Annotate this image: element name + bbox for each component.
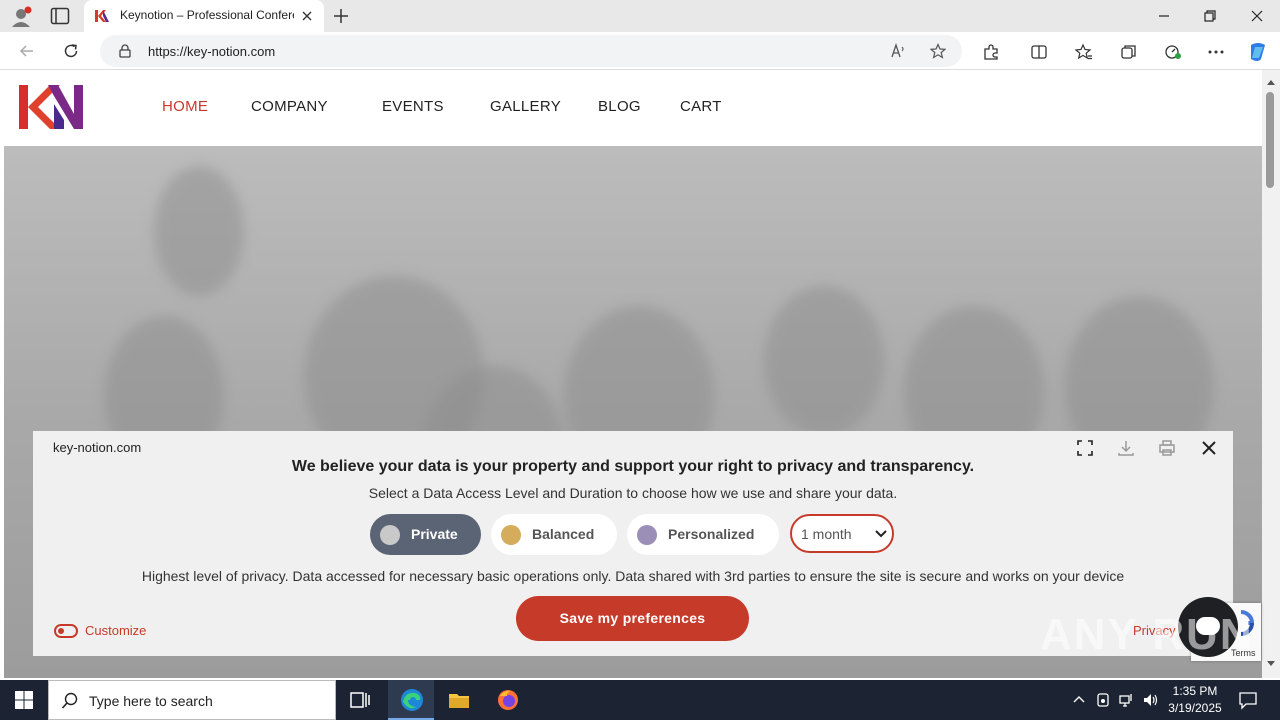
restore-icon[interactable] — [1202, 8, 1218, 24]
scrollbar-thumb[interactable] — [1266, 92, 1274, 188]
tab-title: Keynotion – Professional Confere — [120, 8, 294, 22]
collections-icon[interactable] — [1120, 43, 1138, 61]
volume-icon[interactable] — [1142, 692, 1158, 708]
refresh-icon[interactable] — [62, 42, 80, 60]
clock-time: 1:35 PM — [1172, 684, 1218, 698]
extensions-icon[interactable] — [982, 43, 1000, 61]
lock-icon[interactable] — [118, 44, 132, 58]
site-favicon-icon — [95, 10, 109, 22]
nav-events[interactable]: EVENTS — [382, 98, 444, 115]
windows-taskbar: Type here to search 1:35 PM 3/19/2025 — [0, 680, 1280, 720]
level-personalized-dot — [637, 525, 657, 545]
level-private-label: Private — [411, 526, 458, 542]
favorites-icon[interactable] — [1075, 43, 1093, 61]
search-icon — [61, 692, 78, 709]
tray-app-icon[interactable] — [1095, 692, 1111, 708]
edge-browser-icon[interactable] — [399, 687, 425, 713]
tab-actions-icon[interactable] — [50, 7, 70, 25]
browser-tab-active[interactable]: Keynotion – Professional Confere — [84, 0, 324, 32]
nav-blog[interactable]: BLOG — [598, 98, 641, 115]
notification-icon[interactable] — [1238, 690, 1258, 710]
nav-home[interactable]: HOME — [162, 98, 208, 115]
taskbar-search-box[interactable]: Type here to search — [48, 680, 336, 720]
performance-icon[interactable] — [1164, 43, 1182, 61]
browser-tab-bar: Keynotion – Professional Confere — [0, 0, 1280, 32]
site-header: HOME COMPANY EVENTS GALLERY BLOG CART — [4, 70, 1262, 146]
chevron-down-icon — [875, 530, 887, 538]
network-icon[interactable] — [1118, 692, 1134, 708]
level-balanced-dot — [501, 525, 521, 545]
profile-icon[interactable] — [10, 6, 32, 28]
read-aloud-icon[interactable] — [890, 43, 906, 59]
url-bar[interactable]: https://key-notion.com — [100, 35, 962, 67]
favorite-star-icon[interactable] — [930, 43, 946, 59]
url-text[interactable]: https://key-notion.com — [148, 44, 275, 59]
level-balanced-label: Balanced — [532, 526, 595, 542]
level-description: Highest level of privacy. Data accessed … — [141, 568, 1125, 584]
download-icon[interactable] — [1116, 438, 1136, 458]
duration-select[interactable]: 1 month — [790, 514, 894, 553]
back-icon[interactable] — [18, 42, 36, 60]
minimize-icon[interactable] — [1156, 8, 1172, 24]
copilot-icon[interactable] — [1247, 41, 1269, 63]
scroll-down-icon[interactable] — [1266, 660, 1276, 668]
toggle-switch[interactable] — [54, 624, 78, 638]
print-icon[interactable] — [1157, 438, 1177, 458]
scroll-up-icon[interactable] — [1266, 78, 1276, 86]
windows-start-icon[interactable] — [14, 690, 34, 710]
task-view-icon[interactable] — [348, 688, 372, 712]
keynotion-logo[interactable] — [18, 84, 84, 130]
search-placeholder: Type here to search — [89, 693, 213, 709]
consent-subheading: Select a Data Access Level and Duration … — [368, 485, 898, 501]
tray-chevron-up-icon[interactable] — [1071, 692, 1087, 708]
taskbar-clock[interactable]: 1:35 PM 3/19/2025 — [1160, 683, 1230, 717]
anyrun-watermark: ANY RUN — [1040, 610, 1254, 659]
nav-cart[interactable]: CART — [680, 98, 722, 115]
new-tab-icon[interactable] — [332, 7, 350, 25]
close-window-icon[interactable] — [1249, 8, 1265, 24]
nav-company[interactable]: COMPANY — [251, 98, 328, 115]
file-explorer-icon[interactable] — [447, 688, 471, 712]
level-personalized-option[interactable]: Personalized — [627, 514, 779, 555]
more-menu-icon[interactable] — [1207, 43, 1225, 61]
level-balanced-option[interactable]: Balanced — [491, 514, 617, 555]
level-personalized-label: Personalized — [668, 526, 755, 542]
duration-value: 1 month — [801, 526, 852, 542]
fullscreen-icon[interactable] — [1075, 438, 1095, 458]
customize-label: Customize — [85, 623, 147, 638]
nav-gallery[interactable]: GALLERY — [490, 98, 561, 115]
close-tab-icon[interactable] — [300, 9, 314, 23]
page-scrollbar[interactable] — [1262, 70, 1280, 678]
split-screen-icon[interactable] — [1030, 43, 1048, 61]
consent-site-name: key-notion.com — [53, 440, 142, 455]
consent-heading: We believe your data is your property an… — [291, 458, 975, 475]
level-private-option[interactable]: Private — [370, 514, 481, 555]
level-private-dot — [380, 525, 400, 545]
firefox-icon[interactable] — [496, 688, 520, 712]
save-preferences-button[interactable]: Save my preferences — [516, 596, 749, 641]
close-dialog-icon[interactable] — [1199, 438, 1219, 458]
clock-date: 3/19/2025 — [1168, 701, 1222, 715]
